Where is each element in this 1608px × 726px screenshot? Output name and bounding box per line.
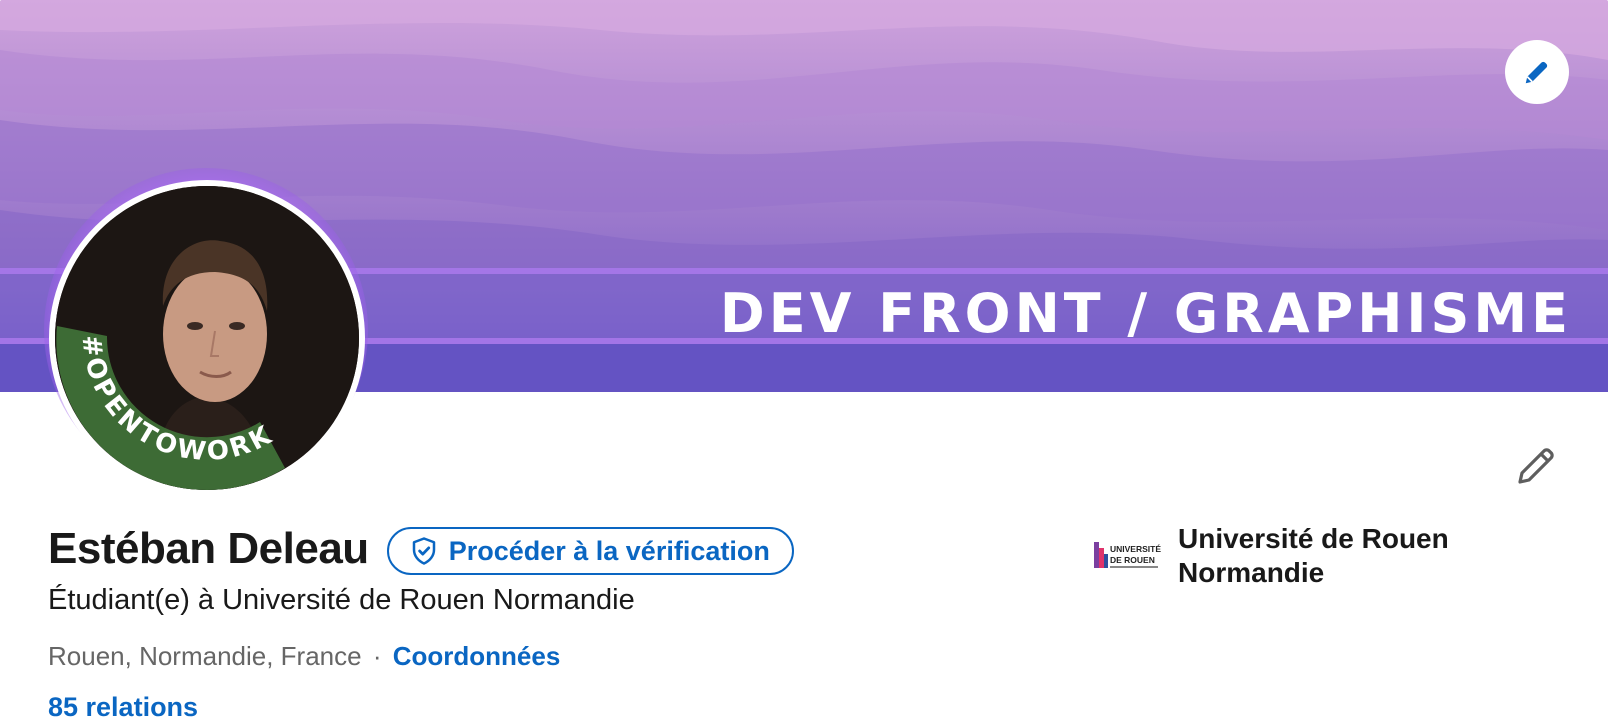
connections-link[interactable]: 85 relations bbox=[48, 692, 198, 723]
banner-title: DEV FRONT / GRAPHISME bbox=[719, 282, 1572, 345]
location-separator: · bbox=[372, 641, 382, 671]
avatar[interactable]: #OPENTOWORK bbox=[49, 180, 365, 496]
university-logo-icon: UNIVERSITÉ DE ROUEN bbox=[1094, 542, 1161, 568]
logo-text-top: UNIVERSITÉ bbox=[1110, 544, 1161, 554]
logo-text-bottom: DE ROUEN bbox=[1110, 555, 1155, 565]
edit-profile-button[interactable] bbox=[1512, 442, 1560, 490]
contact-info-link[interactable]: Coordonnées bbox=[393, 641, 561, 671]
location-row: Rouen, Normandie, France · Coordonnées bbox=[48, 641, 560, 672]
education-shortcut[interactable]: UNIVERSITÉ DE ROUEN Université de Rouen … bbox=[1094, 522, 1478, 590]
open-to-work-badge: #OPENTOWORK bbox=[56, 326, 285, 490]
profile-headline: Étudiant(e) à Université de Rouen Norman… bbox=[48, 584, 635, 616]
school-logo: UNIVERSITÉ DE ROUEN bbox=[1094, 540, 1162, 574]
school-name: Université de Rouen Normandie bbox=[1178, 523, 1449, 588]
profile-photo-frame[interactable]: #OPENTOWORK bbox=[44, 168, 368, 496]
name-row: Estéban Deleau Procéder à la vérificatio… bbox=[48, 524, 794, 575]
pencil-icon bbox=[1518, 448, 1554, 484]
profile-name: Estéban Deleau bbox=[48, 524, 369, 573]
verify-button[interactable]: Procéder à la vérification bbox=[386, 527, 794, 575]
avatar-photo: #OPENTOWORK bbox=[55, 186, 359, 490]
pencil-icon bbox=[1525, 61, 1548, 84]
profile-card: DEV FRONT / GRAPHISME #OPENTOWORK Estéba… bbox=[0, 0, 1608, 726]
edit-banner-button[interactable] bbox=[1505, 40, 1569, 104]
profile-location: Rouen, Normandie, France bbox=[48, 641, 362, 671]
shield-check-icon bbox=[412, 537, 435, 565]
verify-button-label: Procéder à la vérification bbox=[448, 535, 770, 566]
